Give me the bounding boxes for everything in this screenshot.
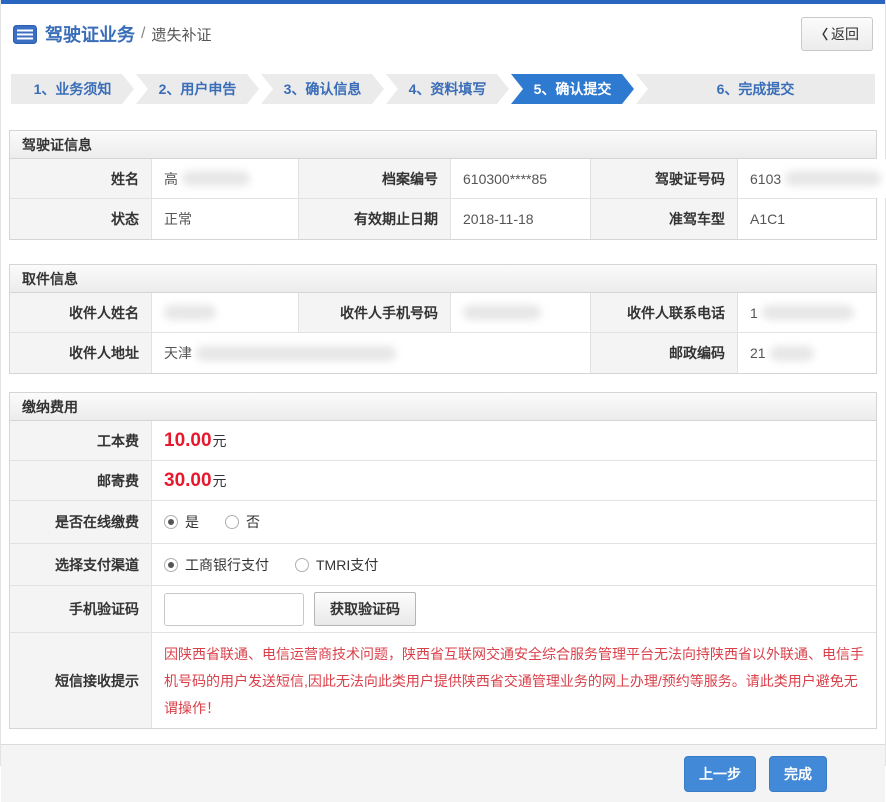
license-form-icon: [13, 25, 37, 44]
radio-online-yes[interactable]: 是: [164, 512, 199, 532]
header: 驾驶证业务 / 遗失补证 〈返回: [1, 4, 885, 62]
breadcrumb-separator: /: [141, 25, 145, 43]
radio-online-no[interactable]: 否: [225, 512, 260, 532]
radio-unselected-icon: [225, 515, 239, 529]
back-button[interactable]: 〈返回: [801, 17, 873, 51]
radio-channel-icbc-label: 工商银行支付: [185, 555, 269, 575]
postal-value: 21: [738, 333, 876, 373]
footer-action-bar: 上一步 完成: [1, 744, 885, 802]
expiry-label: 有效期止日期: [299, 199, 451, 239]
table-row: 工本费 10.00元: [10, 421, 876, 461]
table-row: 短信接收提示 因陕西省联通、电信运营商技术问题，陕西省互联网交通安全综合服务管理…: [10, 633, 876, 728]
sms-notice-text: 因陕西省联通、电信运营商技术问题，陕西省互联网交通安全综合服务管理平台无法向持陕…: [152, 633, 876, 728]
recipient-name-label: 收件人姓名: [10, 293, 152, 332]
page: 驾驶证业务 / 遗失补证 〈返回 1、业务须知 2、用户申告 3、确认信息 4、…: [1, 0, 885, 802]
radio-unselected-icon: [295, 558, 309, 572]
table-row: 邮寄费 30.00元: [10, 461, 876, 501]
table-row: 收件人姓名 收件人手机号码 收件人联系电话 1: [10, 293, 876, 333]
status-value: 正常: [152, 199, 299, 239]
recipient-mobile-value: [451, 293, 591, 332]
address-label: 收件人地址: [10, 333, 152, 373]
step-2-user-declaration[interactable]: 2、用户申告: [136, 74, 259, 104]
payment-panel: 缴纳费用 工本费 10.00元 邮寄费 30.00元 是否在线缴费 是 否 选择…: [9, 392, 877, 729]
radio-selected-icon: [164, 558, 178, 572]
status-label: 状态: [10, 199, 152, 239]
radio-online-yes-label: 是: [185, 512, 199, 532]
file-no-label: 档案编号: [299, 159, 451, 198]
table-row: 收件人地址 天津 邮政编码 21: [10, 333, 876, 373]
pickup-info-title: 取件信息: [10, 265, 876, 293]
redacted-blur: [785, 171, 881, 186]
back-chevron-icon: 〈: [815, 27, 828, 42]
license-info-title: 驾驶证信息: [10, 131, 876, 159]
step-5-confirm-submit[interactable]: 5、确认提交: [511, 74, 634, 104]
back-label: 返回: [831, 26, 859, 42]
sms-code-label: 手机验证码: [10, 586, 152, 632]
breadcrumb-current: 遗失补证: [151, 24, 211, 45]
recipient-phone-label: 收件人联系电话: [591, 293, 738, 332]
radio-online-no-label: 否: [246, 512, 260, 532]
table-row: 姓名 高 档案编号 610300****85 驾驶证号码 6103: [10, 159, 876, 199]
step-1-business-notice[interactable]: 1、业务须知: [11, 74, 134, 104]
radio-channel-tmri-label: TMRI支付: [316, 555, 378, 575]
address-value: 天津: [152, 333, 591, 373]
recipient-name-value: [152, 293, 299, 332]
recipient-phone-value: 1: [738, 293, 876, 332]
work-fee-value: 10.00元: [152, 421, 876, 460]
pay-channel-label: 选择支付渠道: [10, 544, 152, 585]
recipient-mobile-label: 收件人手机号码: [299, 293, 451, 332]
expiry-value: 2018-11-18: [451, 199, 591, 239]
license-no-label: 驾驶证号码: [591, 159, 738, 198]
postage-fee-label: 邮寄费: [10, 461, 152, 500]
table-row: 状态 正常 有效期止日期 2018-11-18 准驾车型 A1C1: [10, 199, 876, 239]
redacted-blur: [164, 305, 216, 320]
pay-channel-options: 工商银行支付 TMRI支付: [152, 544, 876, 585]
table-row: 选择支付渠道 工商银行支付 TMRI支付: [10, 544, 876, 586]
license-info-panel: 驾驶证信息 姓名 高 档案编号 610300****85 驾驶证号码 6103 …: [9, 130, 877, 240]
page-title: 驾驶证业务: [45, 21, 135, 47]
vehicle-class-label: 准驾车型: [591, 199, 738, 239]
redacted-blur: [762, 305, 854, 320]
redacted-blur: [182, 171, 250, 186]
pickup-info-panel: 取件信息 收件人姓名 收件人手机号码 收件人联系电话 1 收件人地址 天津 邮政…: [9, 264, 877, 374]
step-3-confirm-info[interactable]: 3、确认信息: [261, 74, 384, 104]
step-6-finish-submit[interactable]: 6、完成提交: [636, 74, 875, 104]
online-pay-label: 是否在线缴费: [10, 501, 152, 543]
finish-button[interactable]: 完成: [769, 756, 827, 792]
payment-title: 缴纳费用: [10, 393, 876, 421]
sms-code-cell: 获取验证码: [152, 586, 876, 632]
postage-fee-value: 30.00元: [152, 461, 876, 500]
file-no-value: 610300****85: [451, 159, 591, 198]
steps-bar: 1、业务须知 2、用户申告 3、确认信息 4、资料填写 5、确认提交 6、完成提…: [11, 74, 875, 104]
table-row: 是否在线缴费 是 否: [10, 501, 876, 544]
name-label: 姓名: [10, 159, 152, 198]
sms-code-input[interactable]: [164, 593, 304, 626]
sms-notice-label: 短信接收提示: [10, 633, 152, 728]
redacted-blur: [463, 305, 541, 320]
radio-channel-tmri[interactable]: TMRI支付: [295, 555, 378, 575]
work-fee-label: 工本费: [10, 421, 152, 460]
online-pay-options: 是 否: [152, 501, 876, 543]
redacted-blur: [196, 346, 396, 361]
redacted-blur: [770, 346, 814, 361]
vehicle-class-value: A1C1: [738, 199, 876, 239]
radio-channel-icbc[interactable]: 工商银行支付: [164, 555, 269, 575]
get-code-button[interactable]: 获取验证码: [314, 592, 416, 626]
previous-step-button[interactable]: 上一步: [684, 756, 756, 792]
step-4-fill-data[interactable]: 4、资料填写: [386, 74, 509, 104]
postal-label: 邮政编码: [591, 333, 738, 373]
license-no-value: 6103: [738, 159, 886, 198]
table-row: 手机验证码 获取验证码: [10, 586, 876, 633]
radio-selected-icon: [164, 515, 178, 529]
name-value: 高: [152, 159, 299, 198]
